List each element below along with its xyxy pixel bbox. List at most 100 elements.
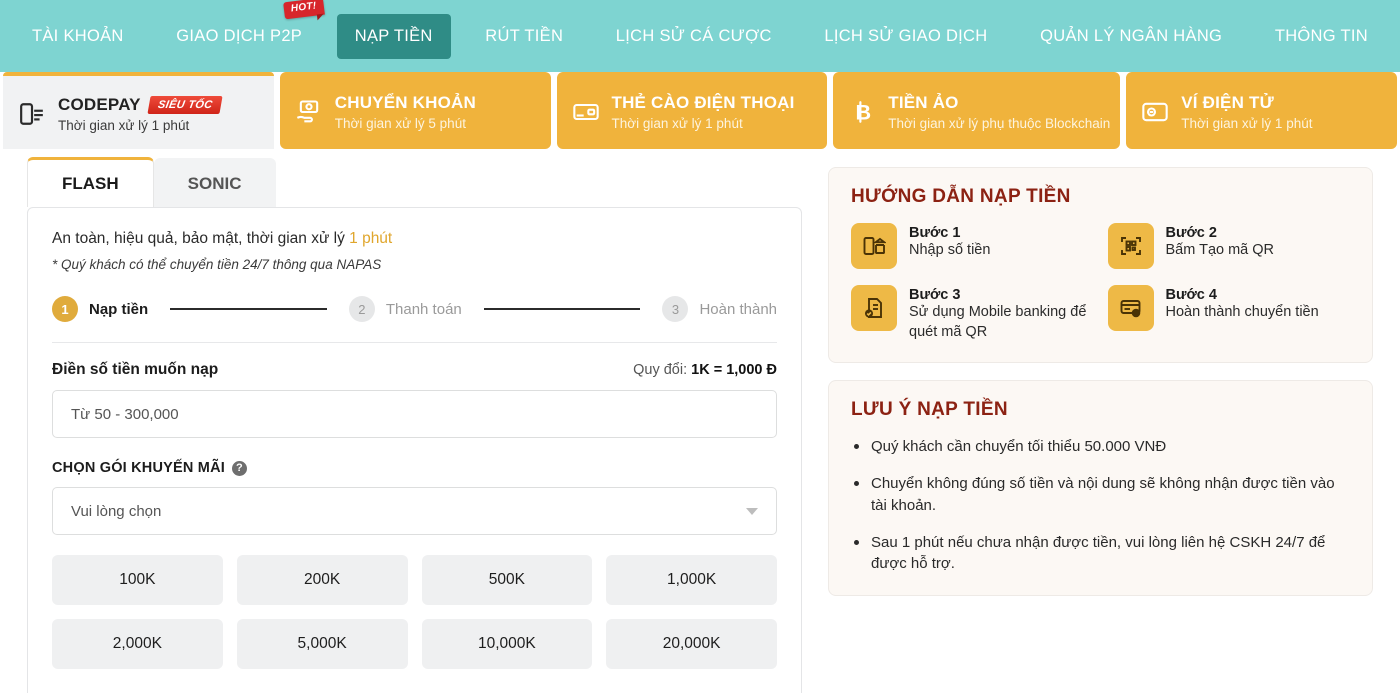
guide-step-texts: Bước 2 Bấm Tạo mã QR — [1166, 223, 1275, 261]
card-dollar-icon: S — [1108, 285, 1154, 331]
guide-step-desc: Bấm Tạo mã QR — [1166, 241, 1275, 261]
nav-item-label: TÀI KHOẢN — [32, 27, 124, 45]
method-texts: CODEPAY SIÊU TỐC Thời gian xử lý 1 phút — [58, 95, 221, 133]
scratch-card-icon — [571, 97, 601, 127]
nav-item-label: GIAO DỊCH P2P — [176, 27, 302, 45]
nav-item-thong-tin[interactable]: THÔNG TIN — [1257, 14, 1386, 59]
deposit-panel: An toàn, hiệu quả, bảo mật, thời gian xử… — [27, 207, 802, 693]
method-texts: VÍ ĐIỆN TỬ Thời gian xử lý 1 phút — [1181, 93, 1312, 131]
deposit-phone-icon — [851, 223, 897, 269]
nav-item-lich-su-giao-dich[interactable]: LỊCH SỬ GIAO DỊCH — [806, 14, 1005, 59]
payment-method-tabs: CODEPAY SIÊU TỐC Thời gian xử lý 1 phút … — [0, 72, 1400, 149]
method-tab-the-cao-dien-thoai[interactable]: THẺ CÀO ĐIỆN THOẠI Thời gian xử lý 1 phú… — [557, 72, 828, 149]
notes-card: LƯU Ý NẠP TIỀN Quý khách cần chuyển tối … — [828, 380, 1373, 595]
subtab-sonic[interactable]: SONIC — [154, 158, 276, 207]
nav-item-lich-su-ca-cuoc[interactable]: LỊCH SỬ CÁ CƯỢC — [598, 14, 790, 59]
promo-label: CHỌN GÓI KHUYẾN MÃI — [52, 460, 225, 476]
method-tab-tien-ao[interactable]: B TIỀN ẢO Thời gian xử lý phụ thuộc Bloc… — [833, 72, 1120, 149]
nav-item-nap-tien[interactable]: NẠP TIỀN — [337, 14, 451, 59]
quick-amount-button[interactable]: 5,000K — [237, 619, 408, 669]
method-subtitle: Thời gian xử lý 1 phút — [612, 116, 795, 131]
note-item: Chuyển không đúng số tiền và nội dung sẽ… — [851, 473, 1350, 516]
svg-text:S: S — [1133, 311, 1138, 318]
sieu-toc-badge: SIÊU TỐC — [147, 96, 223, 114]
guide-step-texts: Bước 3 Sử dụng Mobile banking để quét mã… — [909, 285, 1094, 342]
quick-amount-button[interactable]: 500K — [422, 555, 593, 605]
promo-selected-value: Vui lòng chọn — [71, 503, 161, 520]
method-subtitle: Thời gian xử lý 5 phút — [335, 116, 476, 131]
method-tab-vi-dien-tu[interactable]: VÍ ĐIỆN TỬ Thời gian xử lý 1 phút — [1126, 72, 1397, 149]
nav-item-label: NẠP TIỀN — [355, 27, 433, 45]
nav-item-label: QUẢN LÝ NGÂN HÀNG — [1040, 27, 1222, 45]
step-indicator: 1 Nạp tiền 2 Thanh toán 3 Hoàn thành — [52, 290, 777, 336]
nav-item-rut-tien[interactable]: RÚT TIỀN — [467, 14, 581, 59]
method-tab-chuyen-khoan[interactable]: CHUYỂN KHOẢN Thời gian xử lý 5 phút — [280, 72, 551, 149]
lead-prefix: An toàn, hiệu quả, bảo mật, thời gian xử… — [52, 230, 349, 247]
guide-title: HƯỚNG DẪN NẠP TIỀN — [851, 186, 1350, 208]
nav-item-quan-ly-ngan-hang[interactable]: QUẢN LÝ NGÂN HÀNG — [1022, 14, 1240, 59]
subtab-label: SONIC — [188, 174, 242, 193]
nav-item-label: THÔNG TIN — [1275, 27, 1368, 45]
bitcoin-icon: B — [847, 97, 877, 127]
cash-hand-icon — [294, 97, 324, 127]
page-content: FLASH SONIC An toàn, hiệu quả, bảo mật, … — [0, 149, 1400, 693]
quick-amount-button[interactable]: 100K — [52, 555, 223, 605]
notes-list: Quý khách cần chuyển tối thiểu 50.000 VN… — [851, 436, 1350, 574]
quick-amount-button[interactable]: 1,000K — [606, 555, 777, 605]
step-label: Thanh toán — [386, 301, 462, 318]
subtab-flash[interactable]: FLASH — [27, 157, 154, 207]
chevron-down-icon — [746, 508, 758, 515]
note-item: Sau 1 phút nếu chưa nhận được tiền, vui … — [851, 532, 1350, 575]
guide-step-title: Bước 1 — [909, 225, 990, 241]
guide-step-2: Bước 2 Bấm Tạo mã QR — [1108, 223, 1351, 269]
guide-card: HƯỚNG DẪN NẠP TIỀN Bước 1 Nhập số tiền — [828, 167, 1373, 363]
promo-select[interactable]: Vui lòng chọn — [52, 487, 777, 535]
document-check-icon — [851, 285, 897, 331]
quick-amount-grid: 100K 200K 500K 1,000K 2,000K 5,000K 10,0… — [52, 555, 777, 669]
guide-step-desc: Nhập số tiền — [909, 241, 990, 261]
method-title-row: CODEPAY SIÊU TỐC — [58, 95, 221, 115]
subtab-label: FLASH — [62, 174, 119, 193]
method-tab-codepay[interactable]: CODEPAY SIÊU TỐC Thời gian xử lý 1 phút — [3, 72, 274, 149]
step-3-hoan-thanh: 3 Hoàn thành — [662, 296, 777, 322]
guide-step-title: Bước 3 — [909, 287, 1094, 303]
quick-amount-button[interactable]: 10,000K — [422, 619, 593, 669]
step-2-thanh-toan: 2 Thanh toán — [349, 296, 462, 322]
lead-highlight: 1 phút — [349, 230, 392, 247]
step-number: 2 — [349, 296, 375, 322]
amount-field-header: Điền số tiền muốn nạp Quy đổi: 1K = 1,00… — [52, 361, 777, 379]
guide-step-title: Bước 2 — [1166, 225, 1275, 241]
amount-input[interactable] — [52, 390, 777, 438]
sidebar-info-column: HƯỚNG DẪN NẠP TIỀN Bước 1 Nhập số tiền — [828, 149, 1373, 693]
method-title-row: THẺ CÀO ĐIỆN THOẠI — [612, 93, 795, 113]
guide-step-texts: Bước 4 Hoàn thành chuyển tiền — [1166, 285, 1319, 323]
nav-item-label: LỊCH SỬ GIAO DỊCH — [824, 27, 987, 45]
guide-steps-grid: Bước 1 Nhập số tiền — [851, 223, 1350, 342]
notes-title: LƯU Ý NẠP TIỀN — [851, 399, 1350, 421]
guide-step-title: Bước 4 — [1166, 287, 1319, 303]
nav-item-giao-dich-p2p[interactable]: GIAO DỊCH P2P HOT! — [158, 14, 320, 59]
step-connector — [170, 308, 327, 310]
main-navigation-bar: TÀI KHOẢN GIAO DỊCH P2P HOT! NẠP TIỀN RÚ… — [0, 0, 1400, 72]
panel-lead-text: An toàn, hiệu quả, bảo mật, thời gian xử… — [52, 230, 777, 248]
method-subtitle: Thời gian xử lý 1 phút — [58, 118, 221, 133]
nav-item-tai-khoan[interactable]: TÀI KHOẢN — [14, 14, 142, 59]
guide-step-4: S Bước 4 Hoàn thành chuyển tiền — [1108, 285, 1351, 342]
method-subtitle: Thời gian xử lý phụ thuộc Blockchain — [888, 116, 1110, 131]
step-number: 3 — [662, 296, 688, 322]
quick-amount-button[interactable]: 20,000K — [606, 619, 777, 669]
quick-amount-button[interactable]: 2,000K — [52, 619, 223, 669]
svg-text:B: B — [856, 99, 872, 124]
quick-amount-button[interactable]: 200K — [237, 555, 408, 605]
step-number: 1 — [52, 296, 78, 322]
guide-step-texts: Bước 1 Nhập số tiền — [909, 223, 990, 261]
method-subtitle: Thời gian xử lý 1 phút — [1181, 116, 1312, 131]
guide-step-desc: Sử dụng Mobile banking để quét mã QR — [909, 303, 1094, 342]
step-1-nap-tien: 1 Nạp tiền — [52, 296, 148, 322]
method-title-row: VÍ ĐIỆN TỬ — [1181, 93, 1312, 113]
help-question-icon[interactable]: ? — [232, 461, 247, 476]
method-title-row: CHUYỂN KHOẢN — [335, 93, 476, 113]
conversion-rate-hint: Quy đổi: 1K = 1,000 Đ — [633, 362, 777, 378]
amount-label: Điền số tiền muốn nạp — [52, 361, 218, 379]
nav-item-list: TÀI KHOẢN GIAO DỊCH P2P HOT! NẠP TIỀN RÚ… — [0, 14, 1400, 59]
